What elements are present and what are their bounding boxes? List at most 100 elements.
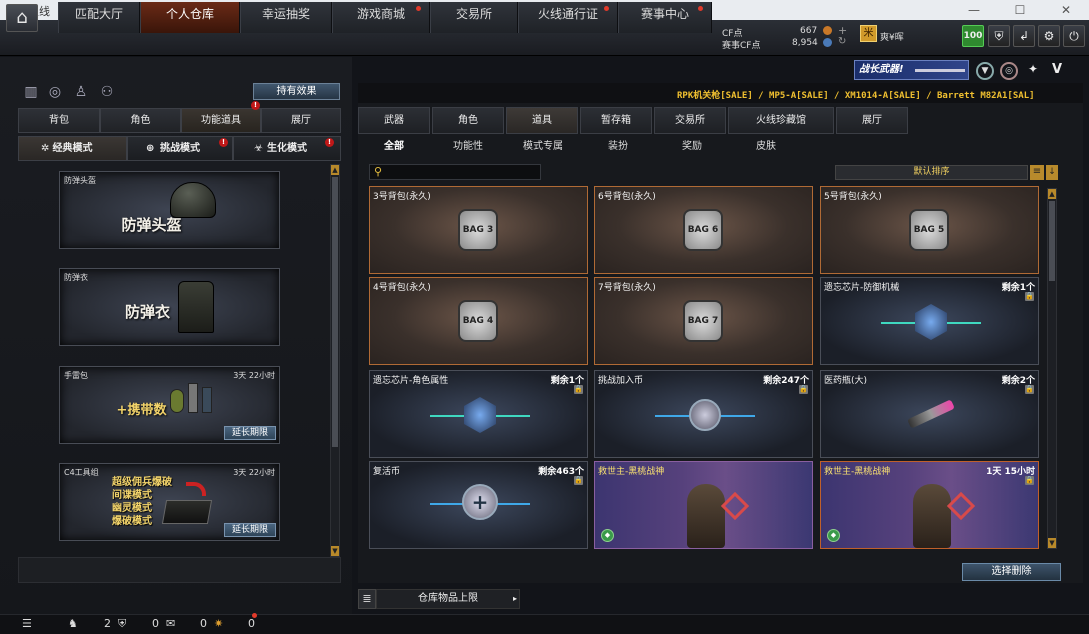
- character-icon[interactable]: ♙: [72, 84, 90, 100]
- tab-exchange[interactable]: 交易所: [654, 107, 726, 134]
- power-icon[interactable]: ⏻: [1063, 25, 1085, 47]
- tab-storage-box[interactable]: 暂存箱: [580, 107, 652, 134]
- close-button[interactable]: ✕: [1043, 0, 1089, 20]
- tab-game-mall[interactable]: 游戏商城: [332, 2, 430, 33]
- tab-event-center[interactable]: 赛事中心: [618, 2, 712, 33]
- sword-icon[interactable]: ✦: [1024, 62, 1042, 80]
- list-view-icon[interactable]: ≡: [1030, 165, 1044, 180]
- gear-icon[interactable]: ⚙: [1038, 25, 1060, 47]
- item-card[interactable]: 3号背包(永久) BAG 3: [369, 186, 588, 274]
- tab-showroom[interactable]: 展厅: [836, 107, 908, 134]
- sort-direction-icon[interactable]: ↓: [1046, 165, 1058, 180]
- extend-button[interactable]: 延长期限: [224, 426, 276, 440]
- item-name: 救世主-黑桃战神: [598, 467, 665, 477]
- right-scrollbar[interactable]: ▲ ▼: [1047, 188, 1057, 549]
- ranking-icon[interactable]: ▥: [22, 84, 40, 100]
- subtab-skins[interactable]: 皮肤: [744, 140, 788, 154]
- item-name: 遗忘芯片-防御机械: [824, 283, 900, 293]
- cycle-icon[interactable]: ◎: [46, 84, 64, 100]
- promo-banner[interactable]: 战长武器!: [854, 60, 969, 80]
- scroll-up-icon[interactable]: ▲: [331, 165, 339, 175]
- item-name: 5号背包(永久): [824, 192, 882, 202]
- sort-dropdown[interactable]: 默认排序: [835, 165, 1028, 180]
- character-portrait-icon: [687, 484, 725, 548]
- item-card[interactable]: 7号背包(永久) BAG 7: [594, 277, 813, 365]
- gift-icon[interactable]: ✷: [214, 617, 223, 631]
- tab-weapons[interactable]: 武器: [358, 107, 430, 134]
- item-card[interactable]: 6号背包(永久) BAG 6: [594, 186, 813, 274]
- tab-backpack[interactable]: 背包: [18, 108, 100, 133]
- grenade-icon: [170, 389, 184, 413]
- syringe-icon: [907, 399, 955, 429]
- minimize-button[interactable]: —: [951, 0, 997, 20]
- target-icon[interactable]: ◎: [1000, 62, 1018, 80]
- v-logo-icon[interactable]: V: [1048, 62, 1066, 80]
- item-card[interactable]: 医药瓶(大) 剩余2个 🔒: [820, 370, 1039, 458]
- scroll-thumb[interactable]: [332, 177, 338, 447]
- item-card[interactable]: 遗忘芯片-防御机械 剩余1个 🔒: [820, 277, 1039, 365]
- spade-emblem-icon: [946, 491, 976, 521]
- scroll-down-icon[interactable]: ▼: [1048, 538, 1056, 548]
- tab-items[interactable]: 道具: [506, 107, 578, 134]
- rank-badge-icon[interactable]: ▼: [976, 62, 994, 80]
- scroll-up-icon[interactable]: ▲: [1048, 189, 1056, 199]
- item-name: 救世主-黑桃战神: [824, 467, 891, 477]
- tab-match-lobby[interactable]: 匹配大厅: [58, 2, 140, 33]
- chat-count: 0: [200, 617, 207, 630]
- capacity-button[interactable]: 仓库物品上限 ▸: [376, 589, 520, 609]
- teammates-icon[interactable]: ♞: [68, 617, 78, 631]
- tab-exchange[interactable]: 交易所: [430, 2, 518, 33]
- level-badge[interactable]: 100: [962, 25, 984, 47]
- item-card[interactable]: 遗忘芯片-角色属性 剩余1个 🔒: [369, 370, 588, 458]
- item-card[interactable]: 4号背包(永久) BAG 4: [369, 277, 588, 365]
- item-card[interactable]: 救世主-黑桃战神 ◆: [594, 461, 813, 549]
- item-c4-toolkit[interactable]: C4工具组 3天 22小时 超级佣兵爆破 间谍模式 幽灵模式 爆破模式 延长期限: [59, 463, 280, 541]
- tab-roles[interactable]: 角色: [432, 107, 504, 134]
- select-delete-button[interactable]: 选择删除: [962, 563, 1061, 581]
- sub-cf-coin-icon: [823, 38, 832, 47]
- subtab-dress-up[interactable]: 装扮: [596, 140, 640, 154]
- mode-line: 间谍模式: [112, 490, 152, 501]
- tab-collection[interactable]: 火线珍藏馆: [728, 107, 834, 134]
- subtab-rewards[interactable]: 奖励: [670, 140, 714, 154]
- home-icon[interactable]: ⌂: [6, 4, 38, 32]
- subtab-mode-exclusive[interactable]: 模式专属: [518, 140, 568, 154]
- item-card[interactable]: 挑战加入币 剩余247个 🔒: [594, 370, 813, 458]
- scroll-down-icon[interactable]: ▼: [331, 546, 339, 556]
- shield-small-icon[interactable]: ⛨: [118, 617, 126, 631]
- mode-label: 生化模式: [267, 143, 307, 154]
- tab-personal-warehouse[interactable]: 个人仓库: [140, 2, 240, 33]
- refresh-icon[interactable]: ↻: [838, 36, 846, 47]
- item-card[interactable]: 复活币 剩余463个 🔒 +: [369, 461, 588, 549]
- left-scrollbar[interactable]: ▲ ▼: [330, 164, 340, 557]
- sale-ticker[interactable]: RPK机关枪[SALE] / MP5-A[SALE] / XM1014-A[SA…: [677, 88, 1077, 102]
- chat-icon[interactable]: ✉: [166, 617, 175, 631]
- subtab-functional[interactable]: 功能性: [446, 140, 490, 154]
- search-input[interactable]: ⚲: [369, 164, 541, 180]
- shield-icon[interactable]: ⛨: [988, 25, 1010, 47]
- scroll-thumb[interactable]: [1049, 201, 1055, 281]
- item-name: 6号背包(永久): [598, 192, 656, 202]
- item-card[interactable]: 5号背包(永久) BAG 5: [820, 186, 1039, 274]
- mouse-icon[interactable]: ⚇: [98, 84, 116, 100]
- maximize-button[interactable]: ☐: [997, 0, 1043, 20]
- extend-button[interactable]: 延长期限: [224, 523, 276, 537]
- item-helmet[interactable]: 防弹头盔 防弹头盔: [59, 171, 280, 249]
- tab-battle-pass[interactable]: 火线通行证: [518, 2, 618, 33]
- tab-character[interactable]: 角色: [100, 108, 181, 133]
- item-card[interactable]: 救世主-黑桃战神 1天 15小时 🔒 ◆: [820, 461, 1039, 549]
- user-tag: 爽¥晖: [880, 33, 904, 43]
- tab-lucky-draw[interactable]: 幸运抽奖: [240, 2, 332, 33]
- exit-room-icon[interactable]: ↲: [1013, 25, 1035, 47]
- tab-challenge-mode[interactable]: ⊕ 挑战模式: [127, 136, 233, 161]
- tab-classic-mode[interactable]: ✲ 经典模式: [18, 136, 127, 161]
- tab-showroom[interactable]: 展厅: [261, 108, 341, 133]
- tab-function-items[interactable]: 功能道具: [181, 108, 261, 133]
- menu-icon[interactable]: ☰: [22, 617, 32, 631]
- item-body-armor[interactable]: 防弹衣 防弹衣: [59, 268, 280, 346]
- hold-effect-button[interactable]: 持有效果: [253, 83, 340, 100]
- subtab-all[interactable]: 全部: [372, 140, 416, 154]
- alert-icon: !: [219, 138, 228, 147]
- item-grenade-pack[interactable]: 手雷包 3天 22小时 +携带数 延长期限: [59, 366, 280, 444]
- backpack-icon: BAG 5: [909, 209, 949, 251]
